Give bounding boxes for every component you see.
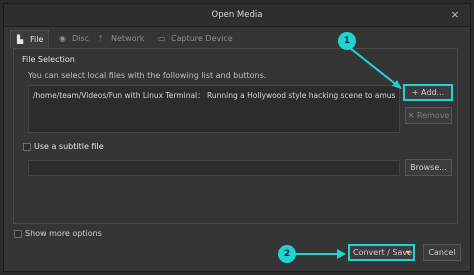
callout-1-arrow-line — [349, 47, 399, 87]
callout-arrows — [296, 47, 402, 259]
callout-2-arrow-head — [337, 249, 346, 259]
callout-2: 2 — [278, 245, 296, 263]
